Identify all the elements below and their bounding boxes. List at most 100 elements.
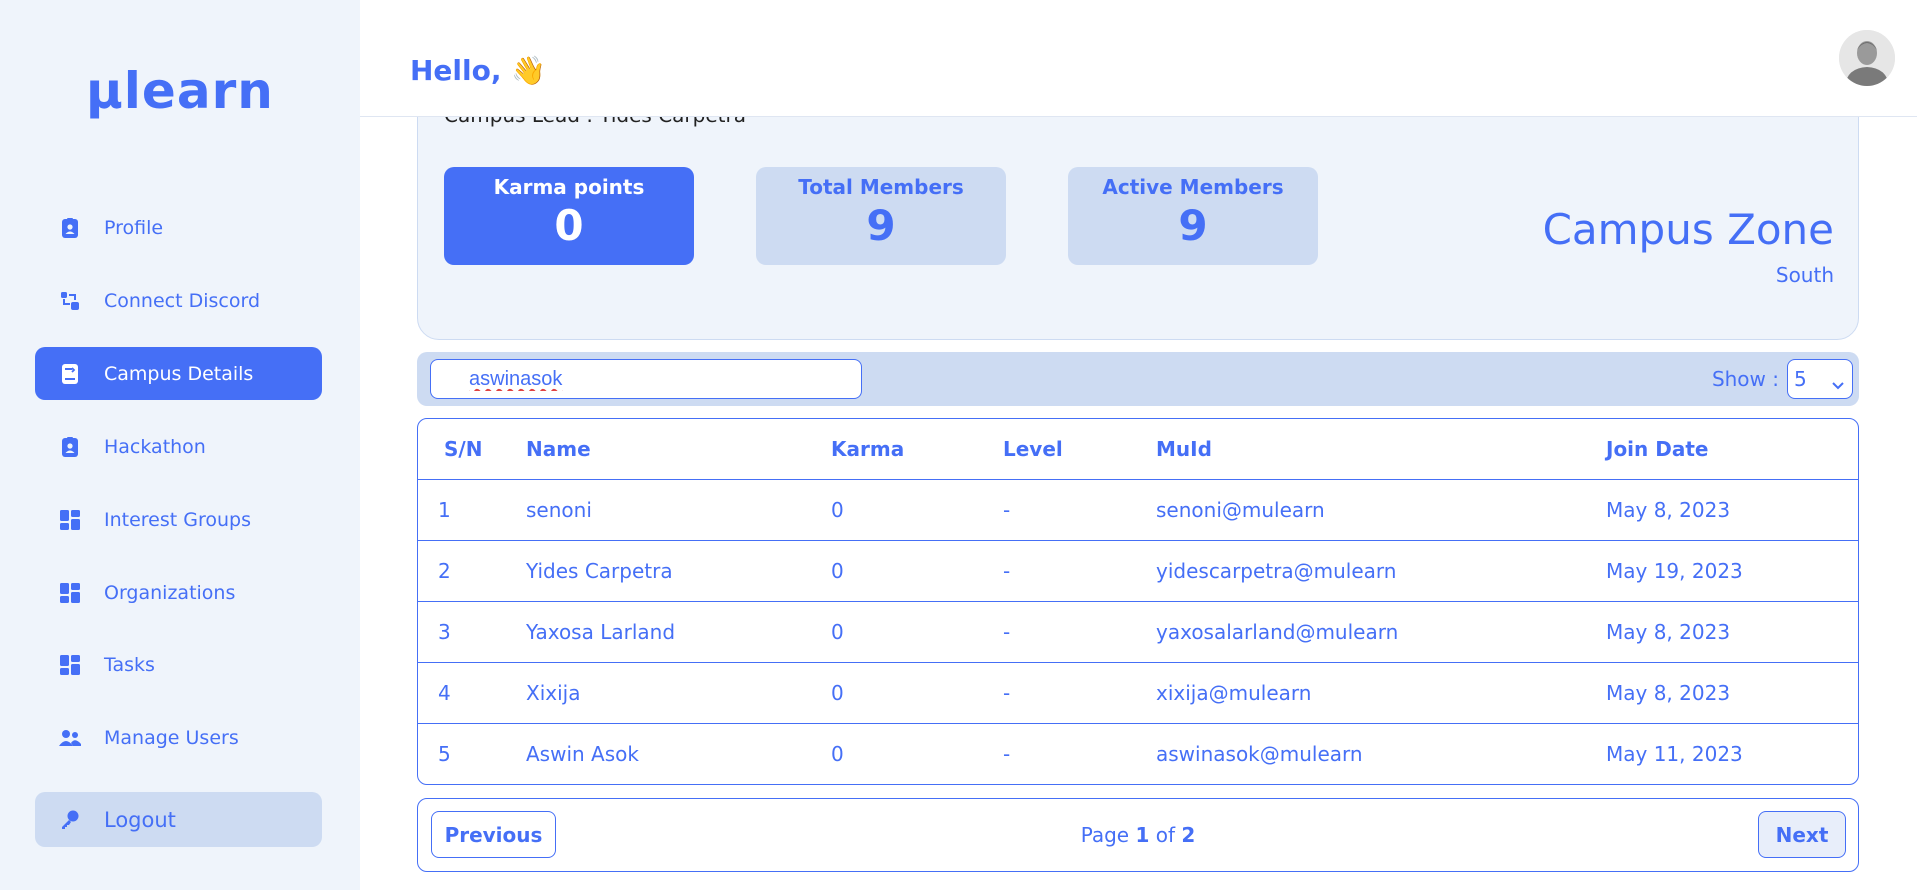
cell-name: Yaxosa Larland [526, 601, 831, 663]
users-icon [58, 726, 82, 750]
cell-name: Xixija [526, 662, 831, 724]
book-icon [58, 362, 82, 386]
table-row: 4 Xixija 0 - xixija@mulearn May 8, 2023 [418, 662, 1858, 724]
sidebar-item-label: Profile [104, 216, 164, 239]
stat-label: Karma points [493, 175, 645, 199]
stat-value: 9 [866, 201, 896, 250]
search-input[interactable] [430, 359, 862, 399]
cell-muid: yaxosalarland@mulearn [1156, 601, 1606, 663]
sidebar-item-profile[interactable]: Profile [35, 201, 322, 254]
mulearn-logo[interactable]: µlearn [86, 62, 274, 120]
of-word: of [1155, 823, 1176, 847]
cell-sn: 5 [438, 741, 451, 766]
cell-join-date: May 8, 2023 [1606, 662, 1858, 724]
dashboard-icon [58, 581, 82, 605]
cell-muid: xixija@mulearn [1156, 662, 1606, 724]
cell-sn: 2 [418, 540, 526, 602]
stat-value: 9 [1178, 201, 1208, 250]
stat-value: 0 [554, 201, 584, 250]
search-bar: Show : 5 [417, 352, 1859, 406]
cell-muid: yidescarpetra@mulearn [1156, 540, 1606, 602]
show-label: Show : [1711, 367, 1779, 391]
table-row: 2 Yides Carpetra 0 - yidescarpetra@mulea… [418, 540, 1858, 602]
table-row: 5 Aswin Asok 0 - aswinasok@mulearn May 1… [418, 723, 1858, 784]
greeting: Hello, 👋 [410, 54, 547, 87]
cell-level: - [1003, 601, 1156, 663]
column-header-karma[interactable]: Karma [831, 419, 1003, 480]
cell-sn: 1 [418, 479, 526, 541]
column-header-level[interactable]: Level [1003, 419, 1156, 480]
active-members-card: Active Members 9 [1068, 167, 1318, 265]
cell-level: - [1003, 540, 1156, 602]
table-row: 1 senoni 0 - senoni@mulearn May 8, 2023 [418, 479, 1858, 541]
sidebar-item-campus-details[interactable]: Campus Details [35, 347, 322, 400]
avatar[interactable] [1839, 30, 1895, 86]
stat-label: Total Members [798, 175, 964, 199]
total-members-card: Total Members 9 [756, 167, 1006, 265]
karma-points-card: Karma points 0 [444, 167, 694, 265]
sidebar-item-interest-groups[interactable]: Interest Groups [35, 493, 322, 546]
sidebar-item-organizations[interactable]: Organizations [35, 566, 322, 619]
table-header-row: S/N Name Karma Level MuId Join Date [418, 419, 1858, 480]
table-row: 3 Yaxosa Larland 0 - yaxosalarland@mulea… [418, 601, 1858, 663]
connect-icon [58, 289, 82, 313]
zone-title: Campus Zone [1542, 205, 1834, 254]
sidebar-item-label: Interest Groups [104, 508, 251, 531]
show-select[interactable]: 5 [1787, 359, 1853, 399]
cell-muid: senoni@mulearn [1156, 479, 1606, 541]
sidebar-item-label: Hackathon [104, 435, 206, 458]
cell-level: - [1003, 741, 1011, 766]
sidebar-item-label: Manage Users [104, 726, 239, 749]
key-icon [58, 808, 82, 832]
page-indicator: Page 1 of 2 [418, 823, 1858, 847]
next-button[interactable]: Next [1758, 811, 1846, 858]
logout-button[interactable]: Logout [35, 792, 322, 847]
page-word: Page [1080, 823, 1130, 847]
sidebar-item-hackathon[interactable]: Hackathon [35, 420, 322, 473]
chevron-down-icon [1832, 372, 1844, 396]
stat-label: Active Members [1102, 175, 1284, 199]
show-selected-value: 5 [1794, 367, 1807, 391]
top-header: Hello, 👋 [360, 0, 1917, 117]
dashboard-icon [58, 508, 82, 532]
column-header-muid[interactable]: MuId [1156, 419, 1606, 480]
cell-name: Yides Carpetra [526, 540, 831, 602]
current-page: 1 [1135, 823, 1150, 847]
cell-join-date: May 19, 2023 [1606, 540, 1858, 602]
cell-level: - [1003, 662, 1156, 724]
sidebar-item-label: Tasks [104, 653, 155, 676]
sidebar-item-label: Campus Details [104, 362, 254, 385]
cell-name: Aswin Asok [526, 741, 639, 766]
cell-join-date: May 8, 2023 [1606, 601, 1858, 663]
column-header-sn[interactable]: S/N [418, 419, 526, 480]
cell-karma: 0 [831, 479, 1003, 541]
sidebar-item-label: Organizations [104, 581, 236, 604]
logout-label: Logout [104, 807, 176, 832]
sidebar-item-tasks[interactable]: Tasks [35, 638, 322, 691]
dashboard-icon [58, 653, 82, 677]
sidebar-item-connect-discord[interactable]: Connect Discord [35, 274, 322, 327]
cell-sn: 4 [418, 662, 526, 724]
pagination: Previous Page 1 of 2 Next [417, 798, 1859, 872]
campus-card: Campus Lead : Yides Carpetra Karma point… [417, 80, 1859, 340]
cell-join-date: May 11, 2023 [1606, 741, 1743, 766]
cell-karma: 0 [831, 741, 844, 766]
cell-name: senoni [526, 479, 831, 541]
column-header-join-date[interactable]: Join Date [1606, 419, 1858, 480]
cell-sn: 3 [418, 601, 526, 663]
cell-karma: 0 [831, 540, 1003, 602]
cell-level: - [1003, 479, 1156, 541]
members-table: S/N Name Karma Level MuId Join Date 1 se… [417, 418, 1859, 785]
total-pages: 2 [1181, 823, 1196, 847]
cell-muid: aswinasok@mulearn [1156, 741, 1363, 766]
badge-icon [58, 216, 82, 240]
zone-name: South [1775, 263, 1834, 287]
sidebar-item-manage-users[interactable]: Manage Users [35, 711, 322, 764]
sidebar: µlearn Profile Connect Discord Campus De… [0, 0, 360, 890]
sidebar-item-label: Connect Discord [104, 289, 261, 312]
cell-karma: 0 [831, 662, 1003, 724]
cell-join-date: May 8, 2023 [1606, 479, 1858, 541]
column-header-name[interactable]: Name [526, 419, 831, 480]
badge-icon [58, 435, 82, 459]
cell-karma: 0 [831, 601, 1003, 663]
